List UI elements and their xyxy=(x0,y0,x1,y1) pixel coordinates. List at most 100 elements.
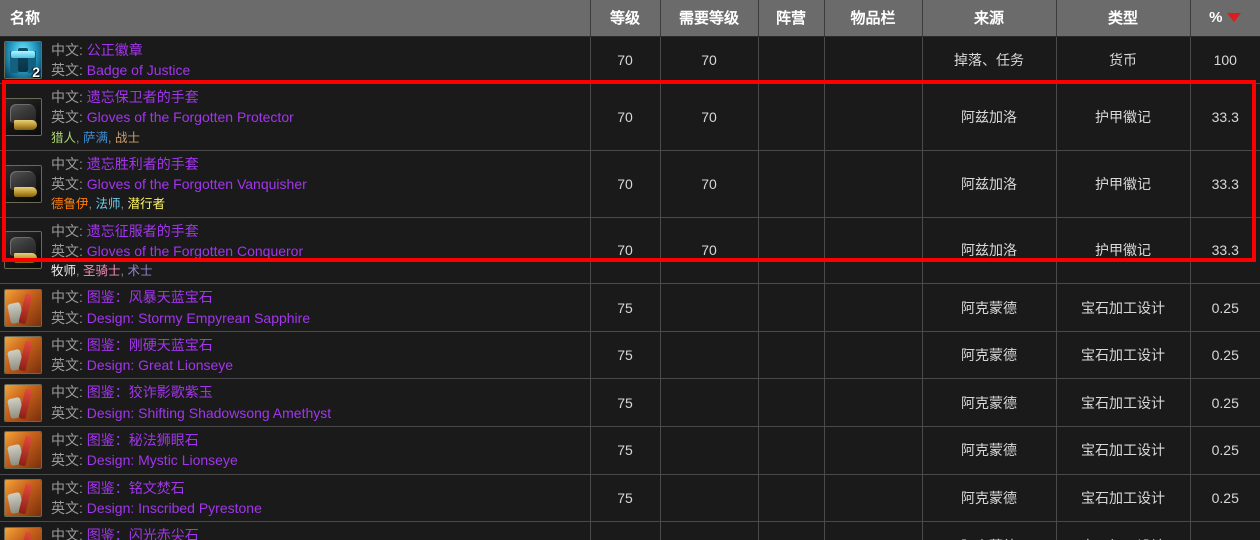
table-row[interactable]: 2 中文: 公正徽章 英文: Badge of Justice 70 70 掉落、任务 货币… xyxy=(0,36,1260,85)
gloves-icon[interactable] xyxy=(4,164,42,203)
design-icon[interactable] xyxy=(4,431,42,470)
sort-desc-caret-icon[interactable] xyxy=(1227,13,1242,23)
cell-required-level xyxy=(660,426,759,475)
item-link-chinese[interactable]: 公正徽章 xyxy=(87,42,143,58)
cell-required-level: 70 xyxy=(660,217,759,285)
item-link-english[interactable]: Design: Shifting Shadowsong Amethyst xyxy=(87,405,331,421)
cell-faction xyxy=(758,426,825,475)
item-class-restrictions: 牧师, 圣骑士, 术士 xyxy=(51,262,303,280)
item-link-chinese[interactable]: 遗忘征服者的手套 xyxy=(87,223,199,239)
cell-type: 宝石加工设计 xyxy=(1056,331,1191,380)
item-link-english[interactable]: Badge of Justice xyxy=(87,62,191,78)
item-link-chinese[interactable]: 图鉴：闪光赤尖石 xyxy=(87,527,199,540)
item-link-chinese[interactable]: 图鉴：秘法狮眼石 xyxy=(87,432,199,448)
item-link-chinese[interactable]: 图鉴：刚硬天蓝宝石 xyxy=(87,337,213,353)
cell-source: 阿克蒙德 xyxy=(922,331,1057,380)
cell-item-name: 中文: 图鉴：闪光赤尖石英文: Design: Flashing Crimson… xyxy=(0,521,591,540)
cell-percent: 0.25 xyxy=(1190,378,1260,428)
item-name-english-row: 英文: Gloves of the Forgotten Protector xyxy=(51,107,294,127)
item-link-english[interactable]: Gloves of the Forgotten Vanquisher xyxy=(87,176,307,192)
table-row[interactable]: 中文: 遗忘胜利者的手套 英文: Gloves of the Forgotten … xyxy=(0,150,1260,218)
class-tag[interactable]: 萨满 xyxy=(83,131,108,145)
design-icon[interactable] xyxy=(4,478,42,517)
column-header-level[interactable]: 等级 xyxy=(590,0,661,37)
item-name-chinese-row: 中文: 图鉴：刚硬天蓝宝石 xyxy=(51,335,233,355)
cell-required-level: 70 xyxy=(660,36,759,85)
cell-level: 70 xyxy=(590,217,661,285)
item-link-english[interactable]: Design: Stormy Empyrean Sapphire xyxy=(87,310,310,326)
class-tag[interactable]: 德鲁伊 xyxy=(51,197,89,211)
item-class-restrictions: 猎人, 萨满, 战士 xyxy=(51,129,294,147)
badge-of-justice-icon[interactable]: 2 xyxy=(4,40,42,79)
table-row[interactable]: 中文: 图鉴：狡诈影歌紫玉 英文: Design: Shifting Shadow… xyxy=(0,378,1260,428)
cell-item-name: 中文: 遗忘征服者的手套 英文: Gloves of the Forgotten … xyxy=(0,217,591,285)
table-row[interactable]: 中文: 图鉴：风暴天蓝宝石 英文: Design: Stormy Empyrean… xyxy=(0,283,1260,332)
column-header-source[interactable]: 来源 xyxy=(922,0,1057,37)
table-row[interactable]: 中文: 图鉴：闪光赤尖石英文: Design: Flashing Crimson… xyxy=(0,521,1260,540)
class-tag[interactable]: 牧师 xyxy=(51,264,76,278)
cell-type: 宝石加工设计 xyxy=(1056,521,1191,540)
class-tag[interactable]: 猎人 xyxy=(51,131,76,145)
cell-item-name: 中文: 图鉴：狡诈影歌紫玉 英文: Design: Shifting Shadow… xyxy=(0,378,591,428)
cell-source: 阿兹加洛 xyxy=(922,217,1057,285)
class-tag[interactable]: 法师 xyxy=(95,197,120,211)
label-chinese: 中文: xyxy=(51,155,83,172)
item-link-english[interactable]: Design: Great Lionseye xyxy=(87,357,233,373)
cell-source: 阿兹加洛 xyxy=(922,83,1057,151)
design-icon[interactable] xyxy=(4,336,42,375)
class-tag[interactable]: 潜行者 xyxy=(127,197,165,211)
design-icon[interactable] xyxy=(4,526,42,540)
cell-required-level xyxy=(660,283,759,332)
label-chinese: 中文: xyxy=(51,89,83,106)
column-header-req-level[interactable]: 需要等级 xyxy=(660,0,759,37)
cell-type: 货币 xyxy=(1056,36,1191,85)
column-header-percent[interactable]: % xyxy=(1190,0,1260,37)
cell-required-level xyxy=(660,331,759,380)
table-row[interactable]: 中文: 遗忘保卫者的手套英文: Gloves of the Forgotten … xyxy=(0,83,1260,151)
item-link-chinese[interactable]: 遗忘保卫者的手套 xyxy=(87,89,199,105)
label-english: 英文: xyxy=(51,61,83,78)
label-chinese: 中文: xyxy=(51,527,83,540)
table-row[interactable]: 中文: 遗忘征服者的手套 英文: Gloves of the Forgotten … xyxy=(0,217,1260,285)
column-header-type[interactable]: 类型 xyxy=(1056,0,1191,37)
label-english: 英文: xyxy=(51,404,83,421)
item-name-chinese-row: 中文: 图鉴：风暴天蓝宝石 xyxy=(51,287,310,307)
column-header-faction[interactable]: 阵营 xyxy=(758,0,825,37)
column-header-name[interactable]: 名称 xyxy=(0,0,591,37)
cell-faction xyxy=(758,217,825,285)
class-tag[interactable]: 战士 xyxy=(115,131,140,145)
class-tag[interactable]: 圣骑士 xyxy=(83,264,121,278)
cell-item-name: 中文: 遗忘保卫者的手套英文: Gloves of the Forgotten … xyxy=(0,83,591,151)
class-tag[interactable]: 术士 xyxy=(127,264,152,278)
gloves-icon[interactable] xyxy=(4,97,42,136)
header-row: 名称 等级 需要等级 阵营 物品栏 来源 类型 % xyxy=(0,0,1260,37)
cell-item-name: 中文: 遗忘胜利者的手套 英文: Gloves of the Forgotten … xyxy=(0,150,591,218)
table-row[interactable]: 中文: 图鉴：秘法狮眼石 英文: Design: Mystic Lionseye 7… xyxy=(0,426,1260,475)
item-link-english[interactable]: Gloves of the Forgotten Protector xyxy=(87,109,294,125)
cell-required-level xyxy=(660,378,759,428)
item-link-english[interactable]: Design: Inscribed Pyrestone xyxy=(87,500,262,516)
item-name-english-row: 英文: Design: Inscribed Pyrestone xyxy=(51,498,262,518)
cell-type: 宝石加工设计 xyxy=(1056,283,1191,332)
item-link-chinese[interactable]: 遗忘胜利者的手套 xyxy=(87,156,199,172)
design-icon[interactable] xyxy=(4,288,42,327)
cell-percent: 0.25 xyxy=(1190,426,1260,475)
item-name-chinese-row: 中文: 图鉴：秘法狮眼石 xyxy=(51,430,238,450)
design-icon[interactable] xyxy=(4,383,42,422)
item-link-chinese[interactable]: 图鉴：铭文焚石 xyxy=(87,480,185,496)
item-link-english[interactable]: Design: Mystic Lionseye xyxy=(87,452,238,468)
item-link-chinese[interactable]: 图鉴：风暴天蓝宝石 xyxy=(87,289,213,305)
item-link-chinese[interactable]: 图鉴：狡诈影歌紫玉 xyxy=(87,384,213,400)
cell-item-name: 中文: 图鉴：刚硬天蓝宝石 英文: Design: Great Lionseye xyxy=(0,331,591,380)
item-link-english[interactable]: Gloves of the Forgotten Conqueror xyxy=(87,243,303,259)
cell-source: 阿克蒙德 xyxy=(922,426,1057,475)
table-row[interactable]: 中文: 图鉴：刚硬天蓝宝石 英文: Design: Great Lionseye 7… xyxy=(0,331,1260,380)
item-name-chinese-row: 中文: 图鉴：狡诈影歌紫玉 xyxy=(51,382,331,402)
label-chinese: 中文: xyxy=(51,479,83,496)
table-row[interactable]: 中文: 图鉴：铭文焚石英文: Design: Inscribed Pyresto… xyxy=(0,474,1260,523)
class-separator: , xyxy=(107,130,115,145)
cell-slot xyxy=(824,331,923,380)
column-header-slot[interactable]: 物品栏 xyxy=(824,0,923,37)
gloves-icon[interactable] xyxy=(4,231,42,270)
cell-percent: 33.3 xyxy=(1190,150,1260,218)
